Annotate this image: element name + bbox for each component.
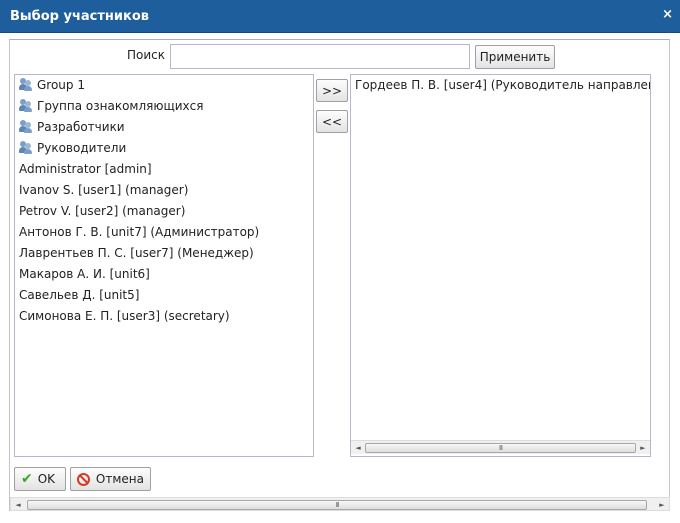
group-label: Руководители [37, 141, 127, 155]
user-item[interactable]: Лаврентьев П. С. [user7] (Менеджер) [15, 243, 313, 264]
group-icon [19, 77, 33, 91]
scroll-thumb[interactable]: III [365, 443, 636, 453]
user-item[interactable]: Petrov V. [user2] (manager) [15, 201, 313, 222]
available-list[interactable]: Group 1 Группа ознакомляющихся Разработч… [14, 74, 314, 457]
user-item[interactable]: Антонов Г. В. [unit7] (Администратор) [15, 222, 313, 243]
group-label: Разработчики [37, 120, 125, 134]
user-item[interactable]: Ivanov S. [user1] (manager) [15, 180, 313, 201]
group-label: Group 1 [37, 78, 85, 92]
ok-button[interactable]: ✔ OK [14, 467, 66, 491]
close-icon[interactable]: × [662, 7, 673, 22]
search-label: Поиск [127, 48, 166, 62]
selected-list[interactable]: Гордеев П. В. [user4] (Руководитель напр… [350, 74, 651, 457]
cancel-label: Отмена [95, 472, 144, 486]
group-icon [19, 98, 33, 112]
group-item[interactable]: Руководители [15, 138, 313, 159]
dialog-scrollbar[interactable]: ◄ III ► [10, 497, 670, 511]
group-item[interactable]: Group 1 [15, 75, 313, 96]
selected-user-item[interactable]: Гордеев П. В. [user4] (Руководитель напр… [351, 75, 650, 96]
scroll-thumb[interactable]: III [27, 500, 647, 510]
add-selected-button[interactable]: >> [316, 79, 348, 102]
group-item[interactable]: Группа ознакомляющихся [15, 96, 313, 117]
user-item[interactable]: Савельев Д. [unit5] [15, 285, 313, 306]
scroll-left-icon[interactable]: ◄ [352, 442, 364, 454]
scroll-left-icon[interactable]: ◄ [12, 499, 24, 511]
checkmark-icon: ✔ [21, 471, 33, 487]
search-input[interactable] [170, 44, 470, 69]
scroll-right-icon[interactable]: ► [637, 442, 649, 454]
cancel-button[interactable]: Отмена [70, 467, 151, 491]
user-item[interactable]: Симонова Е. П. [user3] (secretary) [15, 306, 313, 327]
group-icon [19, 119, 33, 133]
scroll-right-icon[interactable]: ► [656, 499, 668, 511]
group-icon [19, 140, 33, 154]
dialog-titlebar: Выбор участников × [0, 0, 680, 33]
ok-label: OK [37, 472, 56, 486]
user-item[interactable]: Administrator [admin] [15, 159, 313, 180]
apply-button[interactable]: Применить [475, 45, 555, 69]
group-item[interactable]: Разработчики [15, 117, 313, 138]
user-item[interactable]: Макаров А. И. [unit6] [15, 264, 313, 285]
selected-list-scrollbar[interactable]: ◄ III ► [351, 440, 650, 454]
dialog-title: Выбор участников [10, 9, 149, 24]
remove-selected-button[interactable]: << [316, 110, 348, 133]
cancel-icon [77, 472, 90, 486]
group-label: Группа ознакомляющихся [37, 99, 204, 113]
